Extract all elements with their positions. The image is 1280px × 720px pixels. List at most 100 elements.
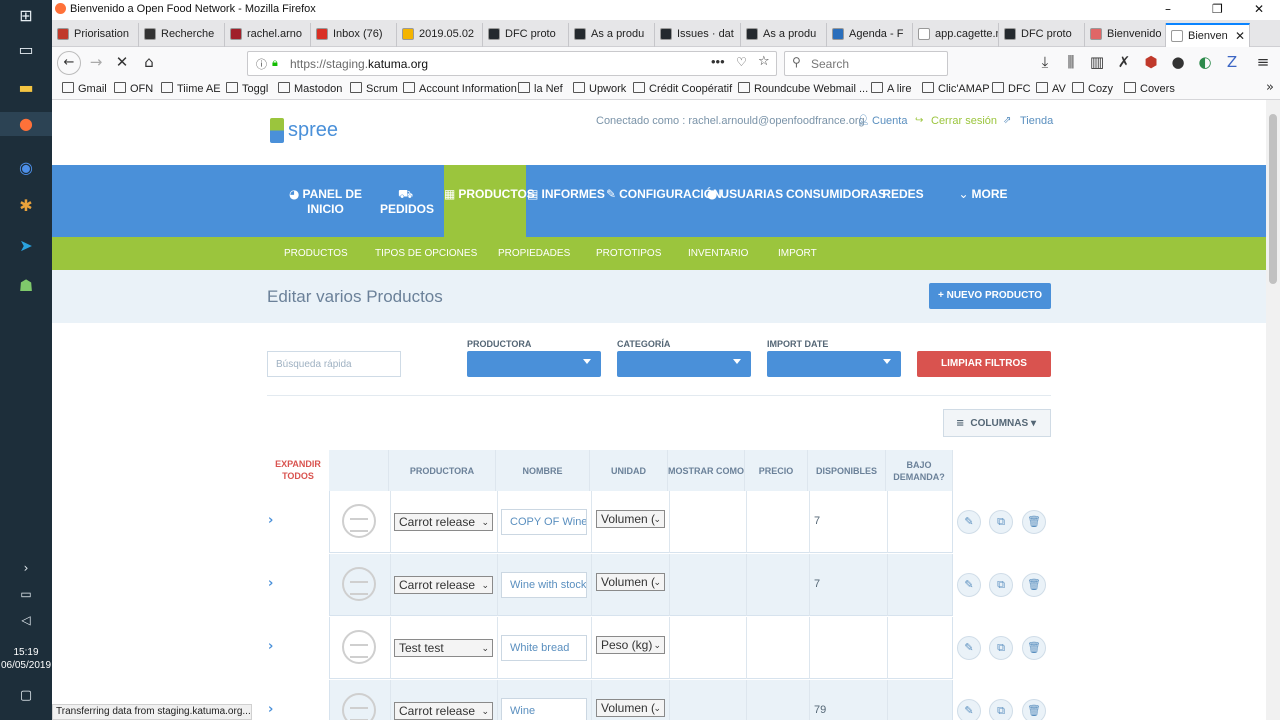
browser-tab[interactable]: Agenda - F <box>827 23 913 47</box>
search-box[interactable]: ⚲ Search <box>784 51 948 76</box>
browser-tab[interactable]: DFC proto <box>999 23 1085 47</box>
bookmark-item[interactable]: Covers <box>1124 82 1175 95</box>
clear-filters-button[interactable]: LIMPIAR FILTROS <box>917 351 1051 377</box>
bookmark-item[interactable]: DFC <box>992 82 1031 95</box>
main-nav-item[interactable]: CONSUMIDORAS <box>786 165 886 237</box>
url-bar[interactable]: ⓘ 🔒︎ https://staging.katuma.org ••• ♡ ☆ <box>247 51 777 76</box>
main-nav-item[interactable]: REDES <box>877 165 929 237</box>
browser-tab[interactable]: app.cagette.ne <box>913 23 999 47</box>
clone-icon[interactable]: ⧉ <box>989 510 1013 534</box>
producer-select[interactable]: Carrot release ⌄ <box>394 513 493 531</box>
tienda-link[interactable]: Tienda <box>1020 115 1053 127</box>
browser-tab[interactable]: 2019.05.02 <box>397 23 483 47</box>
sub-nav-item[interactable]: PROPIEDADES <box>498 248 570 259</box>
product-image-placeholder[interactable] <box>342 567 376 601</box>
menu-icon[interactable]: ≡ <box>1252 53 1274 71</box>
browser-tab[interactable]: DFC proto <box>483 23 569 47</box>
clone-icon[interactable]: ⧉ <box>989 573 1013 597</box>
chevron-right-icon[interactable]: › <box>13 556 39 580</box>
adblock-icon[interactable]: ⬢ <box>1140 53 1162 71</box>
delete-icon[interactable]: 🗑︎ <box>1022 636 1046 660</box>
browser-tab[interactable]: Bienvenido <box>1085 23 1166 47</box>
categoria-filter-select[interactable] <box>617 351 751 377</box>
unit-select[interactable]: Volumen (⌄ <box>596 573 665 591</box>
expand-row-icon[interactable]: › <box>268 702 273 717</box>
main-nav-item[interactable]: ● USUARIAS <box>704 165 786 237</box>
bookmark-item[interactable]: Mastodon <box>278 82 342 95</box>
sidebar-icon[interactable]: ▥ <box>1086 53 1108 71</box>
sub-nav-item[interactable]: TIPOS DE OPCIONES <box>375 248 477 259</box>
bookmark-item[interactable]: Toggl <box>226 82 268 95</box>
pocket-icon[interactable]: ♡ <box>736 55 747 69</box>
browser-tab[interactable]: rachel.arno <box>225 23 311 47</box>
chrome-icon[interactable]: ◉ <box>13 156 39 180</box>
expand-row-icon[interactable]: › <box>268 639 273 654</box>
bookmark-item[interactable]: AV <box>1036 82 1066 95</box>
app-icon[interactable]: ☗ <box>13 274 39 298</box>
bookmark-item[interactable]: Tiime AE <box>161 82 221 95</box>
cuenta-link[interactable]: Cuenta <box>872 115 907 127</box>
sub-nav-item[interactable]: INVENTARIO <box>688 248 748 259</box>
clock[interactable]: 15:19 06/05/2019 <box>0 646 52 672</box>
bookmark-item[interactable]: Roundcube Webmail ... <box>738 82 868 95</box>
browser-tab[interactable]: As a produ <box>569 23 655 47</box>
name-input[interactable]: Wine <box>501 698 587 720</box>
product-image-placeholder[interactable] <box>342 504 376 538</box>
browser-tab[interactable]: Bienven ✕ <box>1166 23 1250 48</box>
cerrar-sesion-link[interactable]: Cerrar sesión <box>931 115 997 127</box>
delete-icon[interactable]: 🗑︎ <box>1022 510 1046 534</box>
bookmark-item[interactable]: Cozy <box>1072 82 1113 95</box>
expand-row-icon[interactable]: › <box>268 576 273 591</box>
bookmark-item[interactable]: Clic'AMAP <box>922 82 990 95</box>
product-image-placeholder[interactable] <box>342 630 376 664</box>
edit-icon[interactable]: ✎ <box>957 510 981 534</box>
info-icon[interactable]: ⓘ <box>256 56 267 72</box>
close-window-icon[interactable]: ✕ <box>1254 2 1264 16</box>
extension-dark-icon[interactable]: ● <box>1167 53 1189 71</box>
task-view-icon[interactable]: ▭ <box>13 38 39 62</box>
battery-icon[interactable]: ▭ <box>13 582 39 606</box>
name-input[interactable]: Wine with stock <box>501 572 587 598</box>
bookmark-item[interactable]: Upwork <box>573 82 626 95</box>
main-nav-item[interactable]: ⌄ MORE <box>948 165 1018 237</box>
name-input[interactable]: White bread <box>501 635 587 661</box>
back-icon[interactable]: ← <box>57 51 81 75</box>
delete-icon[interactable]: 🗑︎ <box>1022 573 1046 597</box>
spree-logo[interactable]: spree <box>268 115 340 147</box>
expand-row-icon[interactable]: › <box>268 513 273 528</box>
bookmark-item[interactable]: la Nef <box>518 82 563 95</box>
bookmark-item[interactable]: Scrum <box>350 82 398 95</box>
delete-icon[interactable]: 🗑︎ <box>1022 699 1046 720</box>
slack-icon[interactable]: ✱ <box>13 194 39 218</box>
bookmark-item[interactable]: OFN <box>114 82 153 95</box>
main-nav-item[interactable]: ⛟PEDIDOS <box>372 165 442 237</box>
quick-search-input[interactable]: Búsqueda rápida <box>267 351 401 377</box>
productora-filter-select[interactable] <box>467 351 601 377</box>
import-date-filter-select[interactable] <box>767 351 901 377</box>
restore-icon[interactable]: ❐ <box>1212 2 1223 16</box>
name-input[interactable]: COPY OF Wine <box>501 509 587 535</box>
forward-icon[interactable]: → <box>85 53 107 71</box>
bookmark-item[interactable]: Account Information <box>403 82 517 95</box>
scrollbar-thumb[interactable] <box>1269 114 1277 284</box>
extension-green-icon[interactable]: ◐ <box>1194 53 1216 71</box>
library-icon[interactable]: ⫼ <box>1060 53 1082 71</box>
close-tab-icon[interactable]: ✕ <box>1235 25 1245 47</box>
unit-select[interactable]: Volumen (⌄ <box>596 699 665 717</box>
home-icon[interactable]: ⌂ <box>138 53 160 71</box>
clone-icon[interactable]: ⧉ <box>989 636 1013 660</box>
firefox-icon[interactable]: ● <box>0 112 52 136</box>
producer-select[interactable]: Carrot release ⌄ <box>394 702 493 720</box>
notifications-icon[interactable]: ▢ <box>13 684 39 708</box>
bookmark-item[interactable]: Gmail <box>62 82 107 95</box>
main-nav-item[interactable]: ◕ PANEL DE INICIO <box>280 165 371 237</box>
bookmark-star-icon[interactable]: ☆ <box>758 54 770 69</box>
stop-loading-icon[interactable]: ✕ <box>111 53 133 71</box>
main-nav-item[interactable]: ▤ INFORMES <box>526 165 606 237</box>
page-scrollbar[interactable] <box>1266 100 1280 720</box>
clone-icon[interactable]: ⧉ <box>989 699 1013 720</box>
sub-nav-item[interactable]: PRODUCTOS <box>284 248 348 259</box>
main-nav-item[interactable]: ✎ CONFIGURACIÓN <box>606 165 722 237</box>
file-explorer-icon[interactable]: ▬ <box>13 76 39 100</box>
sub-nav-item[interactable]: PROTOTIPOS <box>596 248 661 259</box>
